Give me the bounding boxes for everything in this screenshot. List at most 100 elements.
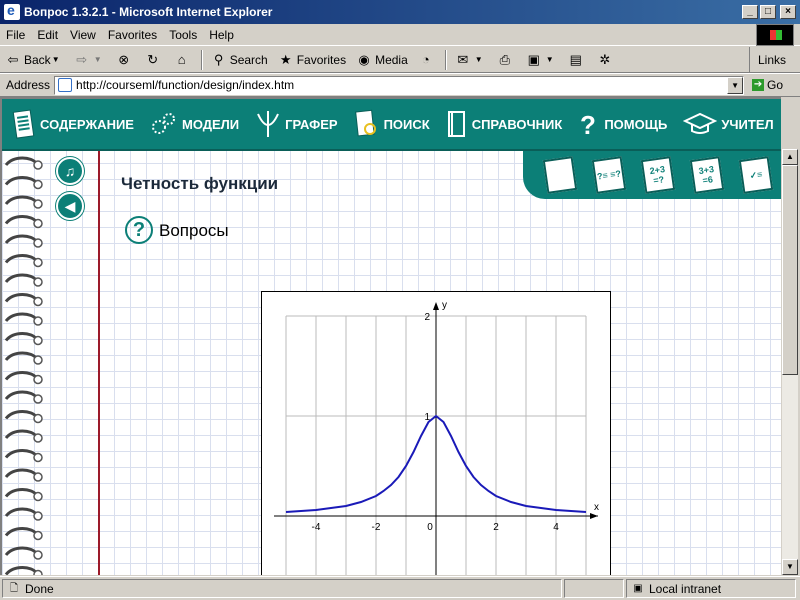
status-empty-cell <box>564 579 624 598</box>
x-axis-arrow <box>590 513 598 519</box>
nav-grapher[interactable]: ГРАФЕР <box>255 109 338 139</box>
history-icon: ◔ <box>421 51 430 67</box>
question-list-icon[interactable]: ?≡ ≡? <box>591 156 627 194</box>
y-axis-arrow <box>433 302 439 310</box>
book-icon[interactable] <box>542 156 577 194</box>
home-button[interactable]: ⌂ <box>169 49 198 71</box>
chevron-down-icon: ▼ <box>474 54 483 64</box>
scroll-up-button[interactable]: ▲ <box>782 149 798 165</box>
spiral-ring <box>4 507 43 521</box>
chevron-down-icon: ▼ <box>93 54 102 64</box>
margin-line <box>98 151 100 575</box>
spiral-ring <box>4 293 43 307</box>
menu-bar: File Edit View Favorites Tools Help <box>0 24 800 46</box>
media-button[interactable]: ◉ Media <box>351 49 413 71</box>
nav-teacher[interactable]: УЧИТЕЛ <box>683 111 774 137</box>
address-dropdown-button[interactable]: ▼ <box>727 76 744 94</box>
address-label: Address <box>6 78 51 92</box>
discuss-icon: ▤ <box>569 51 582 67</box>
discuss-button[interactable]: ▤ <box>563 49 592 71</box>
toolbar-separator <box>200 49 203 70</box>
back-arrow-icon: ⇦ <box>7 51 19 67</box>
nav-reference[interactable]: СПРАВОЧНИК <box>446 109 562 139</box>
sound-toggle-button[interactable]: ◀ <box>56 192 84 220</box>
ie-icon <box>4 2 20 20</box>
menu-view[interactable]: View <box>64 28 102 42</box>
mail-button[interactable]: ✉ ▼ <box>450 49 492 71</box>
nav-search[interactable]: ПОИСК <box>354 109 430 139</box>
print-icon: ⎙ <box>499 51 510 67</box>
menu-tools[interactable]: Tools <box>163 28 203 42</box>
media-icon: ◉ <box>358 51 370 67</box>
minimize-button[interactable]: _ <box>742 5 758 19</box>
section-title: Вопросы <box>159 221 229 240</box>
close-button[interactable]: × <box>780 5 796 19</box>
windows-logo-icon <box>756 24 794 46</box>
calc-icon[interactable]: 3+3 =6 <box>689 156 725 194</box>
gears-icon <box>151 113 175 134</box>
x-tick-label: -4 <box>312 522 321 533</box>
nav-help[interactable]: ? ПОМОЩЬ <box>578 109 667 139</box>
page-content: СОДЕРЖАНИЕ МОДЕЛИ ГРАФЕР ПОИСК СПРАВОЧНИ… <box>0 97 781 575</box>
toolbar-separator <box>444 49 447 70</box>
x-tick-label: -2 <box>372 522 381 533</box>
x-axis-label: x <box>594 502 599 513</box>
graduation-cap-icon <box>683 112 718 134</box>
speaker-icon: ◀ <box>64 198 76 214</box>
edit-button[interactable]: ▣ ▼ <box>521 49 563 71</box>
chart-svg: xy-4 -2 0 2 412 <box>274 300 599 575</box>
intranet-icon: ▣ <box>633 582 643 594</box>
address-bar: Address http://courseml/function/design/… <box>0 73 800 97</box>
spiral-ring <box>4 488 43 502</box>
spiral-ring <box>4 429 43 443</box>
favorites-button[interactable]: ★ Favorites <box>273 49 351 71</box>
go-arrow-icon: ➔ <box>752 79 765 91</box>
x-tick-label: 0 <box>427 522 433 533</box>
spiral-ring <box>4 449 43 463</box>
page-done-icon: 🗋 <box>9 582 19 594</box>
spiral-ring <box>4 254 43 268</box>
menu-favorites[interactable]: Favorites <box>102 28 163 42</box>
maximize-button[interactable]: □ <box>760 5 776 19</box>
search-button[interactable]: ⚲ Search <box>206 49 273 71</box>
reference-book-icon <box>447 111 465 137</box>
refresh-button[interactable]: ↻ <box>140 49 169 71</box>
zone-cell: ▣ Local intranet <box>626 579 796 598</box>
spiral-ring <box>4 234 43 248</box>
checklist-icon[interactable]: ✓≡ <box>739 156 774 194</box>
history-button[interactable]: ◔ <box>413 49 442 71</box>
address-input[interactable]: http://courseml/function/design/index.ht… <box>54 75 745 95</box>
x-tick-label: 4 <box>553 522 559 533</box>
print-button[interactable]: ⎙ <box>492 49 521 71</box>
mail-icon: ✉ <box>457 51 469 67</box>
scroll-down-button[interactable]: ▼ <box>782 559 798 575</box>
question-circle-icon: ? <box>125 216 153 244</box>
vertical-scrollbar[interactable]: ▲ ▼ <box>781 149 798 575</box>
go-button[interactable]: ➔ Go <box>752 78 783 92</box>
menu-file[interactable]: File <box>0 28 31 42</box>
search-icon: ⚲ <box>213 51 224 67</box>
favorites-icon: ★ <box>279 51 292 67</box>
spiral-ring <box>4 176 43 190</box>
scroll-thumb[interactable] <box>782 165 798 375</box>
spiral-ring <box>4 371 43 385</box>
search-doc-icon <box>354 109 376 137</box>
nav-models[interactable]: МОДЕЛИ <box>150 111 239 137</box>
exercise-icon[interactable]: 2+3 =? <box>640 156 676 194</box>
links-button[interactable]: Links <box>748 47 800 73</box>
page-title: Четность функции <box>121 174 279 193</box>
menu-help[interactable]: Help <box>203 28 240 42</box>
music-note-icon: ♫ <box>64 163 76 179</box>
audio-button[interactable]: ♫ <box>56 157 84 185</box>
nav-contents[interactable]: СОДЕРЖАНИЕ <box>12 109 134 139</box>
window-titlebar: Вопрос 1.3.2.1 - Microsoft Internet Expl… <box>0 0 800 24</box>
spiral-ring <box>4 312 43 326</box>
address-url: http://courseml/function/design/index.ht… <box>76 78 295 92</box>
messenger-button[interactable]: ✲ <box>592 49 621 71</box>
spiral-ring <box>4 273 43 287</box>
stop-button[interactable]: ⊗ <box>111 49 140 71</box>
home-icon: ⌂ <box>177 51 186 67</box>
back-button[interactable]: ⇦ Back ▼ <box>0 49 69 71</box>
menu-edit[interactable]: Edit <box>31 28 64 42</box>
forward-button[interactable]: ⇨ ▼ <box>69 49 111 71</box>
